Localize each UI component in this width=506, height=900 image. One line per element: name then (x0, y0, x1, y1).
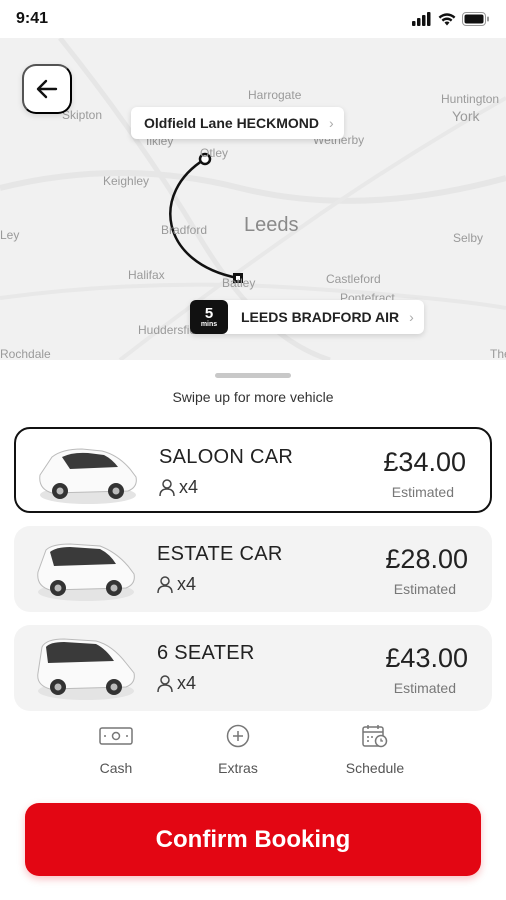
person-icon (157, 575, 173, 593)
back-button[interactable] (22, 64, 72, 114)
map-label-selby: Selby (453, 231, 484, 245)
status-bar: 9:41 (0, 0, 506, 38)
booking-options: Cash Extras Schedule (0, 724, 506, 794)
map-label-leeds: Leeds (244, 214, 299, 236)
vehicle-seat-count: x4 (177, 574, 197, 594)
confirm-booking-button[interactable]: Confirm Booking (25, 803, 481, 876)
vehicle-name: 6 SEATER (157, 642, 255, 664)
pickup-location-pill[interactable]: Oldfield Lane HECKMOND › (131, 107, 344, 139)
eta-unit: mins (200, 320, 218, 328)
dropoff-location-pill[interactable]: 5 mins LEEDS BRADFORD AIR › (190, 300, 424, 334)
map-label-skipton: Skipton (62, 108, 103, 122)
person-icon (157, 674, 173, 692)
option-label: Extras (218, 760, 258, 776)
vehicle-capacity: x4 (159, 477, 198, 498)
vehicle-option-estate[interactable]: ESTATE CAR x4 £28.00 Estimated (14, 526, 492, 612)
vehicle-seat-count: x4 (179, 477, 199, 497)
vehicle-price: £43.00 (385, 643, 468, 673)
eta-value: 5 (204, 304, 214, 322)
vehicle-capacity: x4 (157, 574, 196, 595)
map-label-bradford: Bradford (161, 223, 208, 237)
vehicle-option-6-seater[interactable]: 6 SEATER x4 £43.00 Estimated (14, 625, 492, 711)
route-map[interactable]: Skipton Harrogate Huntington York Otley … (0, 38, 506, 360)
arrow-left-icon (36, 79, 58, 99)
saloon-car-icon (39, 448, 137, 504)
map-label-otley: Otley (200, 146, 229, 160)
map-label-harrogate: Harrogate (248, 88, 302, 102)
vehicle-price: £34.00 (383, 447, 466, 477)
vehicle-estimate-label: Estimated (393, 581, 456, 597)
plus-circle-icon (226, 724, 250, 748)
battery-icon (462, 12, 489, 26)
minivan-icon (37, 638, 135, 700)
chevron-right-icon: › (329, 115, 334, 131)
sheet-drag-handle[interactable] (215, 373, 291, 378)
estate-car-icon (37, 543, 135, 601)
vehicle-name: SALOON CAR (159, 446, 294, 468)
map-label-rochdale: Rochdale (0, 347, 51, 360)
map-label-ley: Ley (0, 228, 20, 242)
vehicle-name: ESTATE CAR (157, 543, 283, 565)
vehicle-option-saloon[interactable]: SALOON CAR x4 £34.00 Estimated (14, 427, 492, 513)
map-label-castleford: Castleford (326, 272, 381, 286)
vehicle-seat-count: x4 (177, 673, 197, 693)
vehicle-sheet: Swipe up for more vehicle SALOON CAR x4 … (0, 360, 506, 900)
eta-badge: 5 mins (190, 300, 228, 334)
status-time: 9:41 (16, 10, 49, 27)
option-extras[interactable]: Extras (188, 724, 288, 776)
signal-icon (412, 12, 431, 26)
cash-icon (99, 727, 133, 745)
chevron-right-icon: › (409, 309, 414, 325)
option-cash[interactable]: Cash (66, 724, 166, 776)
pickup-location-label: Oldfield Lane HECKMOND (144, 115, 320, 131)
map-label-huntington: Huntington (441, 92, 500, 106)
dropoff-location-label: LEEDS BRADFORD AIR (241, 309, 400, 325)
option-label: Cash (99, 760, 133, 776)
swipe-hint: Swipe up for more vehicle (172, 389, 334, 405)
map-label-keighley: Keighley (103, 174, 150, 188)
map-label-the: The (490, 347, 506, 360)
map-label-halifax: Halifax (128, 268, 165, 282)
map-label-batley: Batley (222, 276, 256, 290)
person-icon (159, 478, 175, 496)
vehicle-estimate-label: Estimated (391, 484, 454, 500)
booking-screen: 9:41 Skipton Harrogate Huntington York O… (0, 0, 506, 900)
calendar-clock-icon (362, 725, 388, 748)
status-icons (412, 12, 490, 26)
vehicle-price: £28.00 (385, 544, 468, 574)
option-schedule[interactable]: Schedule (325, 724, 425, 776)
map-label-york: York (452, 108, 480, 124)
wifi-icon (438, 13, 456, 26)
option-label: Schedule (345, 760, 405, 776)
vehicle-capacity: x4 (157, 673, 196, 694)
vehicle-estimate-label: Estimated (393, 680, 456, 696)
